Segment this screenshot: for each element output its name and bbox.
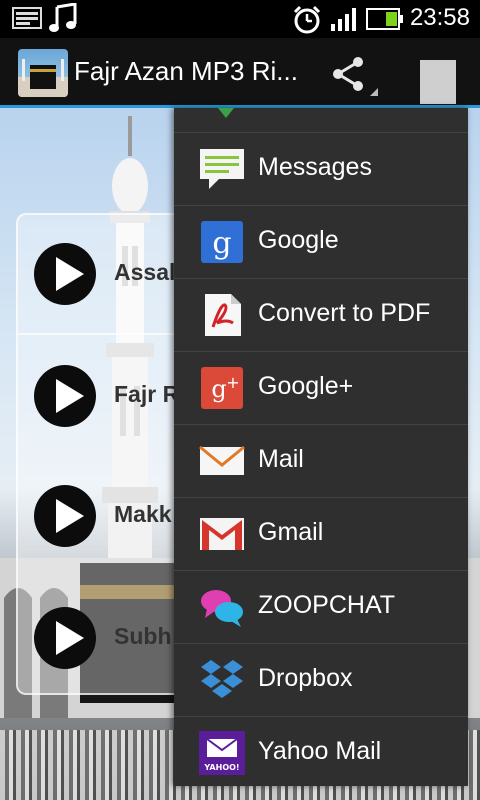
mail-icon — [199, 439, 245, 483]
share-item-google[interactable]: g Google — [174, 205, 468, 278]
share-item-gmail[interactable]: Gmail — [174, 497, 468, 570]
share-item-messages[interactable]: Messages — [174, 132, 468, 205]
track-title: Assal — [114, 259, 176, 285]
dropbox-icon — [199, 658, 245, 702]
track-row[interactable]: Assal — [18, 215, 188, 335]
track-title: Subh — [114, 623, 172, 649]
svg-text:+: + — [226, 373, 239, 392]
share-item-label: Yahoo Mail — [258, 737, 382, 765]
share-item-google-plus[interactable]: g + Google+ — [174, 351, 468, 424]
google-plus-icon: g + — [199, 366, 245, 410]
pdf-icon — [199, 293, 245, 337]
share-item-yahoo-mail[interactable]: YAHOO! Yahoo Mail — [174, 716, 468, 786]
yahoo-icon-text: YAHOO! — [203, 763, 239, 772]
svg-text:g: g — [212, 226, 231, 261]
share-menu: Messages g Google Convert to PDF g + Goog… — [174, 108, 468, 786]
zoopchat-icon — [199, 585, 245, 629]
track-row[interactable]: Subh — [18, 575, 188, 695]
overflow-menu-icon — [420, 60, 456, 104]
messages-icon — [199, 147, 245, 191]
gmail-icon — [199, 512, 245, 556]
share-button[interactable] — [324, 52, 380, 96]
share-item-label: Mail — [258, 445, 304, 473]
share-icon — [324, 57, 380, 100]
play-button[interactable] — [34, 485, 96, 547]
share-item-label: Gmail — [258, 518, 324, 546]
share-item-mail[interactable]: Mail — [174, 424, 468, 497]
share-item-label: Convert to PDF — [258, 299, 431, 327]
yahoo-mail-icon: YAHOO! — [199, 731, 245, 775]
share-item-label: Google+ — [258, 372, 354, 400]
share-item-partial[interactable] — [174, 108, 468, 132]
play-button[interactable] — [34, 365, 96, 427]
share-item-dropbox[interactable]: Dropbox — [174, 643, 468, 716]
share-item-label: Google — [258, 226, 339, 254]
track-list: Assal Fajr R Makk Subh — [16, 213, 188, 695]
signal-icon — [330, 6, 360, 36]
share-item-label: Messages — [258, 153, 372, 181]
play-button[interactable] — [34, 243, 96, 305]
track-title: Makk — [114, 501, 172, 527]
status-clock: 23:58 — [409, 4, 470, 31]
app-icon[interactable] — [18, 49, 68, 97]
status-bar: 23:58 — [0, 0, 480, 38]
app-title: Fajr Azan MP3 Ri... — [74, 56, 298, 86]
share-item-zoopchat[interactable]: ZOOPCHAT — [174, 570, 468, 643]
google-icon: g — [199, 220, 245, 264]
screenshot-icon — [12, 7, 42, 33]
battery-icon — [366, 8, 404, 34]
alarm-clock-icon — [292, 5, 322, 39]
screen: 23:58 Fajr Azan MP3 Ri... Assal Fajr R M… — [0, 0, 480, 800]
share-item-label: Dropbox — [258, 664, 353, 692]
track-title: Fajr R — [114, 381, 180, 407]
play-button[interactable] — [34, 607, 96, 669]
share-item-label: ZOOPCHAT — [258, 591, 396, 619]
action-bar: Fajr Azan MP3 Ri... — [0, 38, 480, 108]
track-row[interactable]: Makk — [18, 455, 188, 575]
share-item-convert-pdf[interactable]: Convert to PDF — [174, 278, 468, 351]
svg-text:g: g — [211, 375, 226, 403]
track-row[interactable]: Fajr R — [18, 335, 188, 455]
music-note-icon — [48, 2, 78, 37]
overflow-menu-button[interactable] — [420, 52, 456, 104]
